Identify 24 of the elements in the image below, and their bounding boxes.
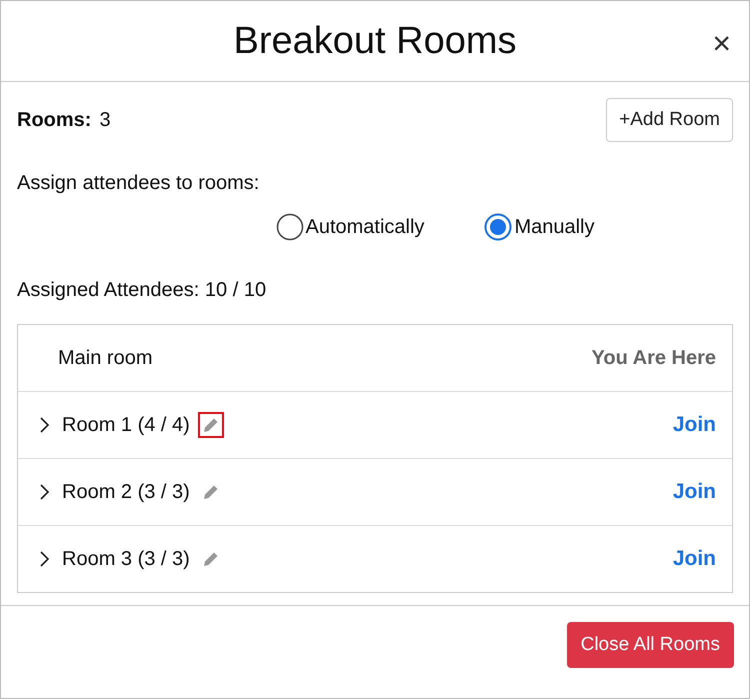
- pencil-icon: [202, 550, 220, 568]
- join-link[interactable]: Join: [672, 413, 716, 437]
- chevron-icon[interactable]: [38, 416, 50, 434]
- room-status: You Are Here: [592, 346, 716, 370]
- room-name: Room 2 (3 / 3): [62, 480, 190, 504]
- rooms-count: Rooms: 3: [17, 108, 111, 132]
- chevron-icon[interactable]: [38, 550, 50, 568]
- pencil-icon: [202, 416, 220, 434]
- join-link[interactable]: Join: [672, 547, 716, 571]
- radio-option[interactable]: Manually: [484, 213, 594, 241]
- edit-button[interactable]: [198, 412, 224, 438]
- join-link[interactable]: Join: [672, 480, 716, 504]
- add-room-button[interactable]: +Add Room: [606, 98, 733, 142]
- room-name: Room 1 (4 / 4): [62, 414, 190, 436]
- dialog-title: Breakout Rooms: [233, 20, 516, 62]
- assigned-attendees: Assigned Attendees: 10 / 10: [17, 279, 268, 302]
- assign-label: Assign attendees to rooms:: [17, 172, 260, 195]
- chevron-icon[interactable]: [38, 483, 50, 501]
- room-name: Room 3 (3 / 3): [62, 548, 190, 570]
- close-button[interactable]: ×: [708, 27, 735, 59]
- room-name: Main room: [58, 346, 152, 370]
- pencil-icon: [202, 483, 220, 501]
- radio-option[interactable]: Automatically: [276, 213, 424, 241]
- close-all-rooms-button[interactable]: Close All Rooms: [566, 622, 734, 668]
